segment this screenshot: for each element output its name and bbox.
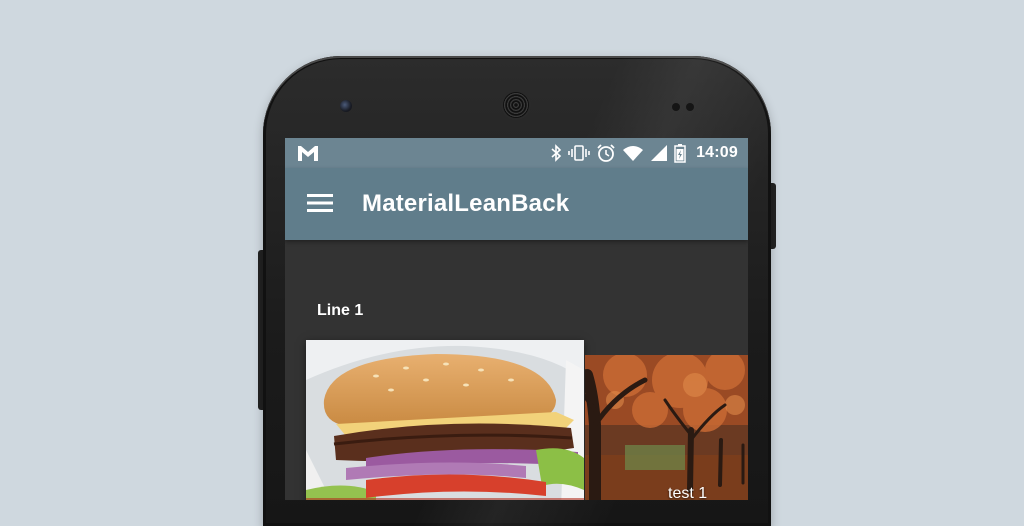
signal-icon [651,145,668,161]
earpiece-speaker [503,92,529,118]
app-toolbar: MaterialLeanBack [285,168,748,240]
status-bar: 14:09 [285,138,748,168]
row-title: Line 1 [317,302,364,319]
burger-image [306,340,584,500]
wifi-icon [623,146,644,161]
battery-icon [674,144,686,163]
phone-screen: 14:09 MaterialLeanBack Line 1 test 1 [285,138,748,500]
app-title: MaterialLeanBack [362,190,570,217]
gmail-icon [298,146,318,161]
card-caption: test 1 [668,485,708,500]
alarm-icon [597,144,615,162]
front-camera [340,100,352,112]
menu-icon[interactable] [307,192,333,214]
status-clock: 14:09 [696,144,738,161]
card-test-1[interactable]: test 1 [585,355,748,500]
vibrate-icon [568,145,590,161]
bluetooth-icon [551,144,562,162]
autumn-trees-image [585,355,748,500]
proximity-sensors [672,98,702,111]
card-burger[interactable] [306,340,584,500]
